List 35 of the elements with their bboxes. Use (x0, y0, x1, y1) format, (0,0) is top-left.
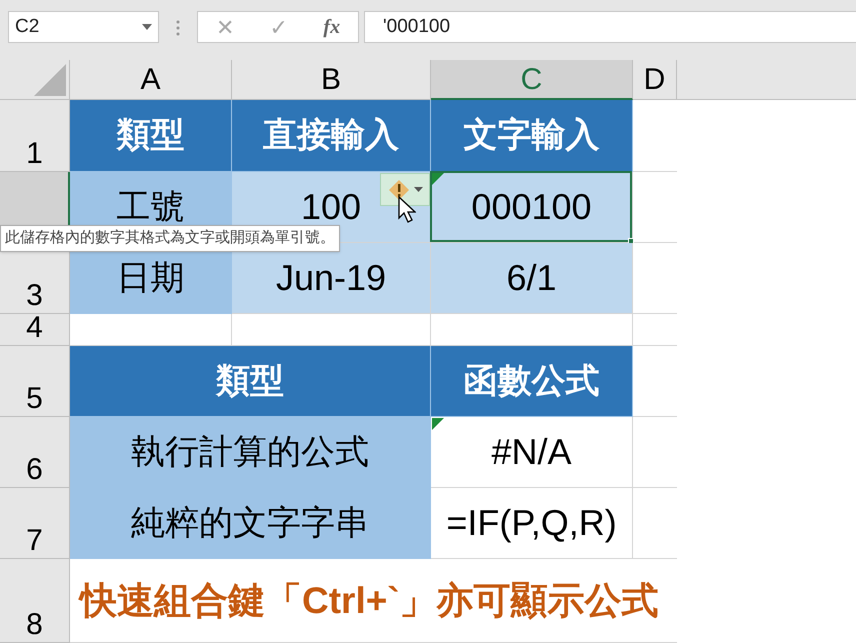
row-header[interactable]: 4 (0, 314, 70, 346)
mouse-pointer-icon (398, 196, 416, 223)
header-cell-text: 直接輸入 (263, 115, 399, 156)
row-header[interactable]: 1 (0, 100, 70, 172)
smart-tag-button[interactable] (380, 173, 430, 206)
row-header[interactable]: 8 (0, 559, 70, 643)
table-cell-text: #N/A (491, 430, 572, 474)
header-cell-text: 文字輸入 (464, 115, 600, 156)
label-cell-text: 執行計算的公式 (131, 432, 369, 472)
label-cell-text: 工號 (116, 186, 184, 228)
note-text: 快速組合鍵「Ctrl+`」亦可顯示公式 (80, 578, 659, 623)
header-cell-text: 類型 (116, 115, 184, 156)
table-cell-text: Jun-19 (276, 256, 386, 300)
warning-icon (388, 178, 410, 200)
label-cell-text: 純粹的文字字串 (131, 502, 369, 544)
row-header[interactable]: 7 (0, 488, 70, 559)
tooltip: 此儲存格內的數字其格式為文字或開頭為單引號。 (0, 225, 340, 252)
dropdown-caret-icon (414, 187, 422, 192)
row-header[interactable]: 5 (0, 346, 70, 417)
header-cell-text: 函數公式 (464, 360, 600, 402)
column-header[interactable]: B (232, 60, 431, 100)
grip-icon (176, 20, 180, 36)
column-header[interactable]: A (70, 60, 232, 100)
row-header[interactable]: 6 (0, 417, 70, 488)
label-cell-text: 日期 (116, 258, 184, 298)
formula-input[interactable]: '000100 (364, 11, 856, 43)
table-cell-text: 000100 (471, 185, 592, 229)
name-box[interactable]: C2 (8, 11, 159, 43)
table-cell-text: 6/1 (506, 256, 557, 300)
column-header[interactable]: D (633, 60, 677, 100)
column-header[interactable]: C (431, 60, 633, 100)
table-cell-text: =IF(P,Q,R) (446, 501, 617, 545)
insert-function-button[interactable]: fx (323, 12, 340, 42)
header-cell-text: 類型 (216, 360, 284, 402)
dropdown-caret-icon (142, 24, 152, 30)
